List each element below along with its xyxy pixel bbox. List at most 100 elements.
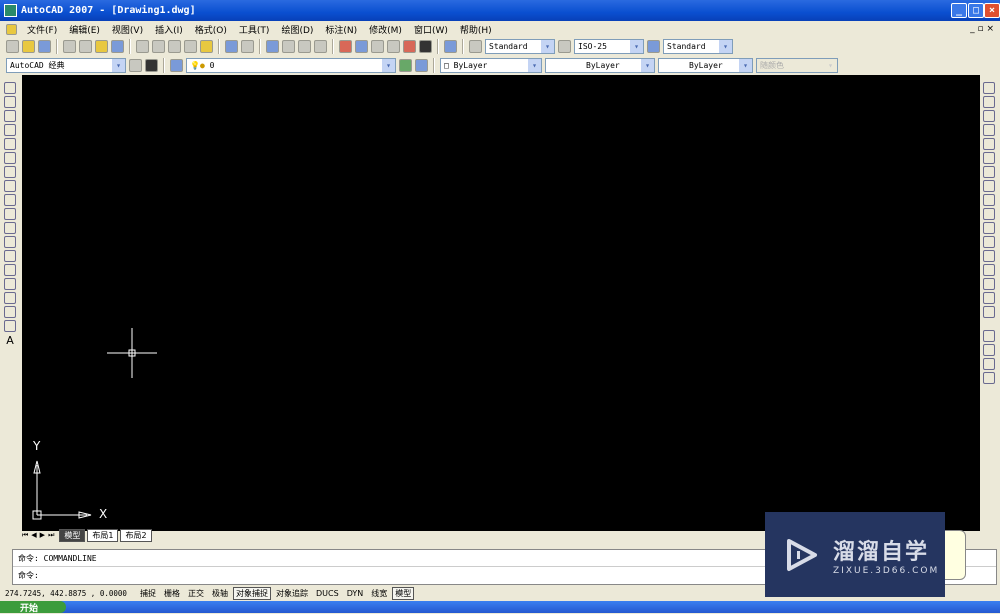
markup-icon[interactable] — [403, 40, 416, 53]
polyline-icon[interactable] — [4, 110, 16, 122]
make-block-icon[interactable] — [4, 250, 16, 262]
text-style-select[interactable]: Standard ▾ — [485, 39, 555, 54]
tab-model[interactable]: 模型 — [59, 529, 86, 542]
tab-nav-arrows[interactable]: ⏮◀▶⏭ — [22, 531, 57, 540]
break-icon[interactable] — [983, 250, 995, 262]
publish-icon[interactable] — [95, 40, 108, 53]
3d-dwf-icon[interactable] — [111, 40, 124, 53]
zoom-realtime-icon[interactable] — [282, 40, 295, 53]
move-icon[interactable] — [983, 152, 995, 164]
model-toggle[interactable]: 模型 — [392, 587, 415, 600]
plot-preview-icon[interactable] — [79, 40, 92, 53]
arc-icon[interactable] — [4, 152, 16, 164]
trim-icon[interactable] — [983, 208, 995, 220]
tool-palettes-icon[interactable] — [371, 40, 384, 53]
grid-toggle[interactable]: 栅格 — [161, 587, 183, 600]
workspace-select[interactable]: AutoCAD 经典 ▾ — [6, 58, 126, 73]
stretch-icon[interactable] — [983, 194, 995, 206]
menu-dimension[interactable]: 标注(N) — [319, 23, 363, 36]
tab-layout2[interactable]: 布局2 — [120, 529, 152, 542]
new-icon[interactable] — [6, 40, 19, 53]
snap-toggle[interactable]: 捕捉 — [137, 587, 159, 600]
break-at-point-icon[interactable] — [983, 236, 995, 248]
calculator-icon[interactable] — [419, 40, 432, 53]
fillet-icon[interactable] — [983, 292, 995, 304]
hatch-icon[interactable] — [4, 278, 16, 290]
circle-icon[interactable] — [4, 166, 16, 178]
rectangle-icon[interactable] — [4, 138, 16, 150]
menu-tools[interactable]: 工具(T) — [233, 23, 276, 36]
close-button[interactable]: × — [984, 3, 1000, 18]
ducs-toggle[interactable]: DUCS — [313, 588, 342, 599]
undo-icon[interactable] — [225, 40, 238, 53]
block-editor-icon[interactable] — [200, 40, 213, 53]
array-icon[interactable] — [983, 138, 995, 150]
point-icon[interactable] — [4, 264, 16, 276]
paste-icon[interactable] — [168, 40, 181, 53]
zoom-window-icon[interactable] — [298, 40, 311, 53]
copy-icon[interactable] — [152, 40, 165, 53]
draw-order-front-icon[interactable] — [983, 330, 995, 342]
layer-manager-icon[interactable] — [170, 59, 183, 72]
linetype-select[interactable]: ByLayer ▾ — [545, 58, 655, 73]
line-icon[interactable] — [4, 82, 16, 94]
ellipse-icon[interactable] — [4, 208, 16, 220]
draw-order-below-icon[interactable] — [983, 372, 995, 384]
dim-style-select[interactable]: ISO-25 ▾ — [574, 39, 644, 54]
redo-icon[interactable] — [241, 40, 254, 53]
offset-icon[interactable] — [983, 124, 995, 136]
dyn-toggle[interactable]: DYN — [344, 588, 367, 599]
match-properties-icon[interactable] — [184, 40, 197, 53]
multiline-text-icon[interactable]: A — [6, 334, 14, 347]
make-current-layer-icon[interactable] — [399, 59, 412, 72]
lineweight-toggle[interactable]: 线宽 — [368, 587, 390, 600]
draw-order-above-icon[interactable] — [983, 358, 995, 370]
table-style-select[interactable]: Standard ▾ — [663, 39, 733, 54]
spline-icon[interactable] — [4, 194, 16, 206]
osnap-toggle[interactable]: 对象捕捉 — [233, 587, 271, 600]
print-icon[interactable] — [63, 40, 76, 53]
polygon-icon[interactable] — [4, 124, 16, 136]
zoom-previous-icon[interactable] — [314, 40, 327, 53]
menu-draw[interactable]: 绘图(D) — [275, 23, 319, 36]
table-icon[interactable] — [4, 320, 16, 332]
lineweight-select[interactable]: ByLayer ▾ — [658, 58, 753, 73]
start-button[interactable]: 开始 — [0, 601, 66, 614]
rotate-icon[interactable] — [983, 166, 995, 178]
menu-modify[interactable]: 修改(M) — [363, 23, 408, 36]
erase-icon[interactable] — [983, 82, 995, 94]
ortho-toggle[interactable]: 正交 — [185, 587, 207, 600]
otrack-toggle[interactable]: 对象追踪 — [273, 587, 311, 600]
join-icon[interactable] — [983, 264, 995, 276]
sheet-set-icon[interactable] — [387, 40, 400, 53]
properties-icon[interactable] — [339, 40, 352, 53]
menu-insert[interactable]: 插入(I) — [149, 23, 189, 36]
polar-toggle[interactable]: 极轴 — [209, 587, 231, 600]
workspace-save-icon[interactable] — [145, 59, 158, 72]
open-icon[interactable] — [22, 40, 35, 53]
minimize-button[interactable]: _ — [951, 3, 967, 18]
menu-file[interactable]: 文件(F) — [21, 23, 63, 36]
drawing-canvas[interactable]: Y X — [22, 75, 980, 531]
insert-block-icon[interactable] — [4, 236, 16, 248]
copy-object-icon[interactable] — [983, 96, 995, 108]
layer-previous-icon[interactable] — [415, 59, 428, 72]
maximize-button[interactable]: □ — [968, 3, 984, 18]
menu-view[interactable]: 视图(V) — [106, 23, 149, 36]
draw-order-back-icon[interactable] — [983, 344, 995, 356]
menu-edit[interactable]: 编辑(E) — [63, 23, 106, 36]
construction-line-icon[interactable] — [4, 96, 16, 108]
mirror-icon[interactable] — [983, 110, 995, 122]
layer-select[interactable]: 💡● 0 ▾ — [186, 58, 396, 73]
cut-icon[interactable] — [136, 40, 149, 53]
menu-help[interactable]: 帮助(H) — [454, 23, 498, 36]
document-window-controls[interactable]: _ ▫ × — [970, 24, 994, 34]
color-select[interactable]: □ ByLayer ▾ — [440, 58, 542, 73]
scale-icon[interactable] — [983, 180, 995, 192]
explode-icon[interactable] — [983, 306, 995, 318]
help-icon[interactable] — [444, 40, 457, 53]
menu-format[interactable]: 格式(O) — [189, 23, 233, 36]
region-icon[interactable] — [4, 306, 16, 318]
ellipse-arc-icon[interactable] — [4, 222, 16, 234]
chamfer-icon[interactable] — [983, 278, 995, 290]
